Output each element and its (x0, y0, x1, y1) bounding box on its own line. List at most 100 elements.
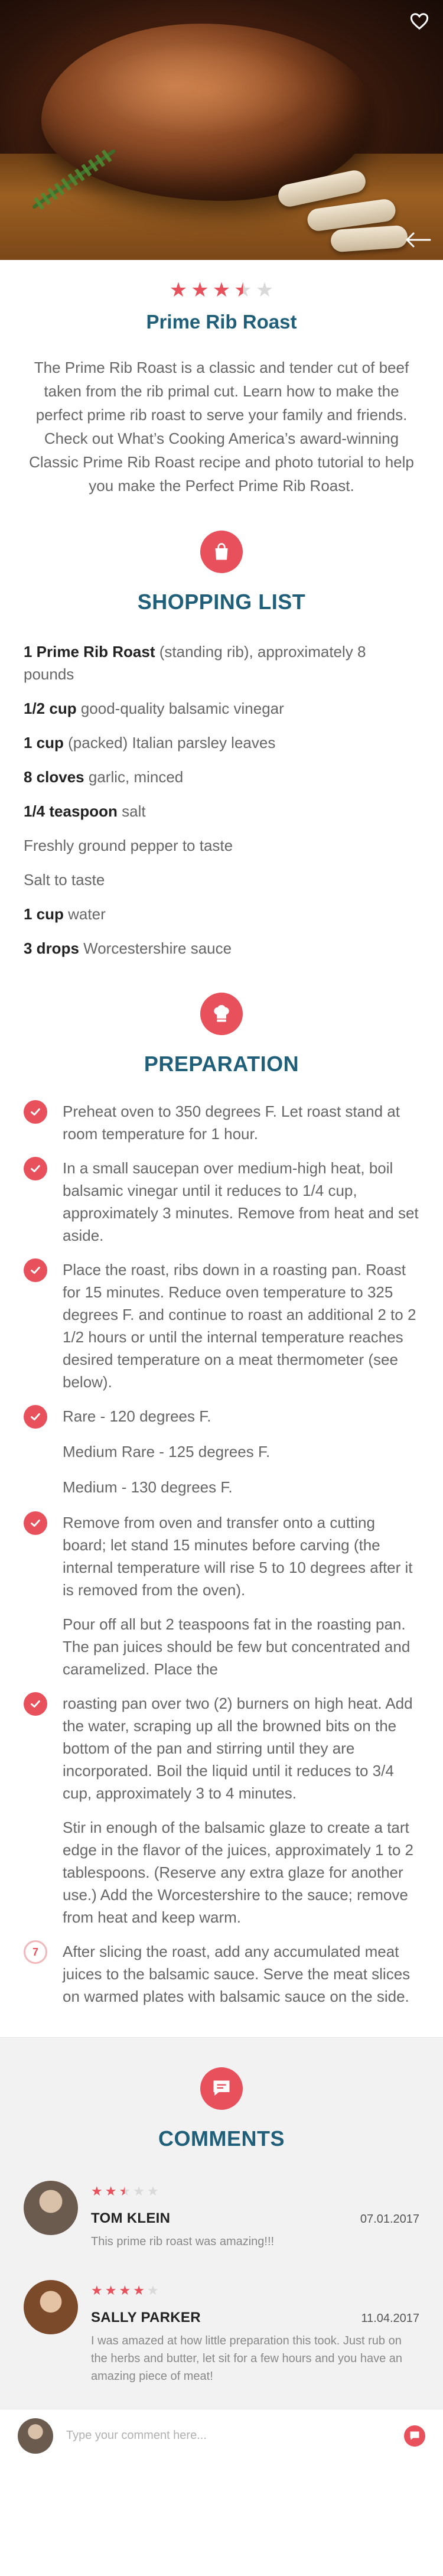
comment-item: ★ ★ ★ ★ ★ TOM KLEIN 07.01.2017 This prime rib r… (0, 2181, 443, 2250)
comment-rating: ★ ★ ★ ★ ★ (91, 2185, 419, 2198)
ingredient-item: 3 drops Worcestershire sauce (24, 937, 419, 960)
ingredient-description: garlic, minced (84, 768, 184, 786)
ingredient-item: 1/2 cup good-quality balsamic vinegar (24, 697, 419, 720)
step-text: Medium Rare - 125 degrees F. (63, 1443, 271, 1461)
commenter-avatar (24, 2280, 78, 2334)
comments-title: COMMENTS (158, 2126, 285, 2151)
preparation-step: 7 After slicing the roast, add any accumu… (24, 1940, 419, 2008)
step-done-check-icon[interactable] (24, 1258, 47, 1282)
commenter-name: SALLY PARKER (91, 2310, 201, 2325)
step-text: Medium - 130 degrees F. (63, 1478, 233, 1496)
ingredient-item: Freshly ground pepper to taste (24, 834, 419, 857)
preparation-step: Rare - 120 degrees F. (24, 1405, 419, 1429)
comment-composer (0, 2409, 443, 2462)
preparation-section-icon (200, 993, 243, 1035)
arrow-left-icon (406, 232, 431, 248)
ingredient-item: Salt to taste (24, 869, 419, 891)
preparation-step: Place the roast, ribs down in a roasting… (24, 1258, 419, 1393)
step-text: Stir in enough of the balsamic glaze to … (63, 1819, 414, 1926)
comment-date: 07.01.2017 (360, 2213, 419, 2226)
star-filled-icon: ★ (91, 2184, 103, 2199)
shopping-list-title: SHOPPING LIST (137, 590, 306, 614)
ingredient-item: 8 cloves garlic, minced (24, 766, 419, 788)
comment-list: ★ ★ ★ ★ ★ TOM KLEIN 07.01.2017 This prime rib r… (0, 2181, 443, 2385)
step-text: Rare - 120 degrees F. (63, 1407, 211, 1425)
star-empty-icon: ★ (255, 278, 274, 302)
preparation-step: In a small saucepan over medium-high hea… (24, 1157, 419, 1247)
ingredient-description: good-quality balsamic vinegar (76, 700, 284, 717)
preparation-step: Medium Rare - 125 degrees F. (24, 1440, 419, 1464)
preparation-step: Stir in enough of the balsamic glaze to … (24, 1816, 419, 1928)
comment-input[interactable] (66, 2429, 404, 2442)
chef-hat-icon (214, 1004, 229, 1022)
ingredient-quantity: 3 drops (24, 939, 79, 957)
ingredient-item: 1 Prime Rib Roast (standing rib), approx… (24, 640, 419, 685)
comments-section-icon (200, 2067, 243, 2110)
step-number-badge[interactable]: 7 (24, 1940, 47, 1964)
star-empty-icon: ★ (146, 2284, 159, 2298)
step-text: In a small saucepan over medium-high hea… (63, 1159, 419, 1244)
comments-section: COMMENTS ★ ★ ★ ★ ★ TOM KLEIN 07.01.2017 This pr… (0, 2037, 443, 2409)
ingredient-description: Freshly ground pepper to taste (24, 837, 233, 854)
star-half-icon: ★ (234, 278, 252, 302)
ingredient-description: Worcestershire sauce (79, 939, 232, 957)
star-filled-icon: ★ (119, 2284, 131, 2298)
comment-date: 11.04.2017 (361, 2312, 419, 2325)
step-text: Preheat oven to 350 degrees F. Let roast… (63, 1102, 400, 1143)
star-empty-icon: ★ (133, 2184, 145, 2199)
current-user-avatar (18, 2418, 53, 2454)
commenter-name: TOM KLEIN (91, 2210, 171, 2226)
star-filled-icon: ★ (105, 2284, 117, 2298)
recipe-rating: ★ ★ ★ ★ ★ (0, 280, 443, 300)
star-filled-icon: ★ (91, 2284, 103, 2298)
send-icon (410, 2431, 419, 2440)
step-done-check-icon[interactable] (24, 1692, 47, 1716)
recipe-title: Prime Rib Roast (146, 311, 297, 333)
step-text: After slicing the roast, add any accumul… (63, 1943, 411, 2005)
preparation-step: Medium - 130 degrees F. (24, 1476, 419, 1500)
ingredient-list: 1 Prime Rib Roast (standing rib), approx… (0, 640, 443, 960)
star-empty-icon: ★ (146, 2184, 159, 2199)
preparation-step: roasting pan over two (2) burners on hig… (24, 1692, 419, 1804)
ingredient-quantity: 1 cup (24, 734, 64, 752)
comment-item: ★ ★ ★ ★ ★ SALLY PARKER 11.04.2017 I was amazed … (0, 2280, 443, 2385)
favorite-button[interactable] (406, 8, 432, 34)
step-done-check-icon[interactable] (24, 1511, 47, 1535)
preparation-steps: Preheat oven to 350 degrees F. Let roast… (0, 1100, 443, 2008)
comment-text: This prime rib roast was amazing!!! (91, 2235, 275, 2248)
step-text: Place the roast, ribs down in a roasting… (63, 1261, 416, 1391)
ingredient-description: water (63, 905, 106, 923)
ingredient-quantity: 1 cup (24, 905, 64, 923)
ingredient-description: (packed) Italian parsley leaves (63, 734, 276, 752)
ingredient-quantity: 1/2 cup (24, 700, 77, 717)
send-comment-button[interactable] (404, 2425, 425, 2447)
star-half-icon: ★ (119, 2184, 131, 2199)
chat-bubble-icon (213, 2080, 230, 2096)
shopping-section-icon (200, 531, 243, 573)
ingredient-item: 1 cup water (24, 903, 419, 925)
star-filled-icon: ★ (169, 278, 188, 302)
star-filled-icon: ★ (191, 278, 209, 302)
comment-text: I was amazed at how little preparation t… (91, 2334, 403, 2383)
step-done-check-icon[interactable] (24, 1100, 47, 1124)
ingredient-description: salt (117, 802, 146, 820)
commenter-avatar (24, 2181, 78, 2235)
preparation-step: Pour off all but 2 teaspoons fat in the … (24, 1613, 419, 1680)
ingredient-quantity: 1 Prime Rib Roast (24, 643, 155, 661)
ingredient-description: Salt to taste (24, 871, 105, 889)
step-done-check-icon[interactable] (24, 1157, 47, 1180)
step-text: Pour off all but 2 teaspoons fat in the … (63, 1615, 411, 1678)
step-text: roasting pan over two (2) burners on hig… (63, 1694, 413, 1802)
ingredient-quantity: 8 cloves (24, 768, 84, 786)
preparation-title: PREPARATION (144, 1052, 299, 1076)
back-button[interactable] (402, 227, 435, 253)
ingredient-item: 1 cup (packed) Italian parsley leaves (24, 731, 419, 754)
step-done-check-icon[interactable] (24, 1405, 47, 1429)
ingredient-item: 1/4 teaspoon salt (24, 800, 419, 822)
hero-image (0, 0, 443, 260)
star-filled-icon: ★ (105, 2184, 117, 2199)
ingredient-quantity: 1/4 teaspoon (24, 802, 118, 820)
preparation-step: Remove from oven and transfer onto a cut… (24, 1511, 419, 1601)
step-text: Remove from oven and transfer onto a cut… (63, 1514, 413, 1599)
heart-outline-icon (410, 13, 429, 30)
